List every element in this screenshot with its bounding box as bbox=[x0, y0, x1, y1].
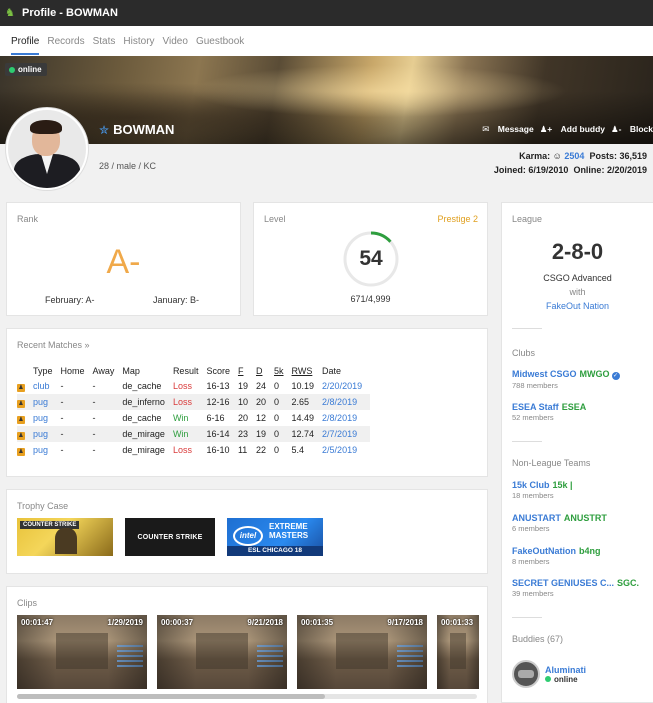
scrollbar-thumb[interactable] bbox=[17, 694, 325, 699]
league-team-link[interactable]: FakeOut Nation bbox=[502, 301, 653, 311]
posts-value: 36,519 bbox=[619, 151, 647, 161]
match-type-icon: ♟ bbox=[17, 383, 25, 392]
online-dot-icon bbox=[9, 66, 15, 73]
team-item[interactable]: 15k Club 15k | 18 members bbox=[512, 480, 573, 500]
sidebar-card: League 2-8-0 CSGO Advanced with FakeOut … bbox=[501, 202, 653, 703]
online-status-badge: online bbox=[5, 63, 47, 76]
premium-star-icon: ✮ bbox=[99, 122, 110, 137]
trophy-counter-strike-source[interactable]: COUNTER STRIKE bbox=[125, 518, 215, 556]
esea-logo-icon: ♞ bbox=[5, 7, 15, 19]
clips-card: Clips 00:01:47 1/29/2019 00:00:37 9/21/201… bbox=[6, 586, 488, 703]
recent-matches-link[interactable]: Recent Matches » bbox=[17, 340, 90, 350]
rank-prev-2: January: B- bbox=[153, 295, 200, 305]
team-item[interactable]: FakeOutNation b4ng 8 members bbox=[512, 546, 601, 566]
karma-icon: ☺ bbox=[552, 151, 562, 161]
avatar[interactable] bbox=[6, 108, 88, 190]
joined-value: 6/19/2010 bbox=[528, 165, 569, 175]
team-item[interactable]: SECRET GENIUSES C... SGC. 39 members bbox=[512, 578, 639, 598]
rank-prev-1: February: A- bbox=[45, 295, 95, 305]
rank-value: A- bbox=[106, 243, 141, 281]
buddy-avatar bbox=[512, 660, 540, 688]
buddy-item[interactable]: Aluminati online bbox=[512, 660, 586, 688]
matches-table: Type Home Away Map Result Score F D 5k R… bbox=[17, 363, 371, 458]
league-record: 2-8-0 bbox=[551, 239, 604, 264]
trophy-case-card: Trophy Case COUNTER STRIKE COUNTER STRIK… bbox=[6, 489, 488, 574]
table-row[interactable]: ♟ pug - - de_cache Win 6-16 20 12 0 14.4… bbox=[17, 410, 370, 426]
tab-guestbook[interactable]: Guestbook bbox=[196, 36, 244, 47]
profile-stats: Karma: ☺ 2504 Posts: 36,519 Joined: 6/19… bbox=[493, 151, 647, 175]
tab-records[interactable]: Records bbox=[47, 36, 84, 47]
window-title: Profile - BOWMAN bbox=[22, 7, 118, 19]
match-type-icon: ♟ bbox=[17, 431, 25, 440]
rank-card: Rank A- February: A- January: B- bbox=[6, 202, 241, 316]
table-row[interactable]: ♟ pug - - de_inferno Loss 12-16 10 20 0 … bbox=[17, 394, 371, 410]
club-item[interactable]: Midwest CSGO MWGO ✓ 788 members bbox=[512, 369, 620, 390]
level-xp: 671/4,999 bbox=[350, 294, 391, 304]
team-item[interactable]: ANUSTART ANUSTRT 6 members bbox=[512, 513, 607, 533]
clip-thumbnail[interactable]: 00:01:47 1/29/2019 bbox=[17, 615, 147, 689]
table-row[interactable]: ♟ pug - - de_mirage Loss 16-10 11 22 0 5… bbox=[17, 442, 370, 458]
recent-matches-card: Recent Matches » Type Home Away Map Resu… bbox=[6, 328, 488, 477]
clips-scrollbar[interactable] bbox=[17, 694, 477, 699]
karma-value[interactable]: 2504 bbox=[564, 151, 584, 161]
level-value: 54 bbox=[359, 247, 383, 270]
level-card: Level Prestige 2 54 671/4,999 bbox=[253, 202, 488, 316]
tab-video[interactable]: Video bbox=[163, 36, 188, 47]
trophy-iem-chicago[interactable]: intel EXTREME MASTERS ESL CHICAGO 18 bbox=[227, 518, 323, 556]
table-row[interactable]: ♟ pug - - de_mirage Win 16-14 23 19 0 12… bbox=[17, 426, 371, 442]
tab-history[interactable]: History bbox=[123, 36, 154, 47]
online-dot-icon bbox=[545, 676, 551, 682]
clip-thumbnail[interactable]: 00:01:35 9/17/2018 bbox=[297, 615, 427, 689]
club-item[interactable]: ESEA Staff ESEA 52 members bbox=[512, 402, 586, 422]
clubs-heading: Clubs bbox=[512, 348, 536, 358]
block-button[interactable]: ♟- Block bbox=[611, 124, 653, 135]
add-buddy-button[interactable]: ♟+ Add buddy bbox=[540, 124, 605, 135]
verified-icon: ✓ bbox=[611, 372, 620, 380]
buddies-heading: Buddies (67) bbox=[512, 634, 564, 644]
profile-actions: ✉ Message ♟+ Add buddy ♟- Block bbox=[476, 124, 653, 135]
trophy-counter-strike-classic[interactable]: COUNTER STRIKE bbox=[17, 518, 113, 556]
clip-thumbnail[interactable]: 00:01:33 bbox=[437, 615, 479, 689]
league-name[interactable]: CSGO Advanced bbox=[502, 273, 653, 283]
teams-heading: Non-League Teams bbox=[512, 458, 591, 468]
profile-info: 28 / male / KC bbox=[99, 161, 157, 171]
match-type-icon: ♟ bbox=[17, 447, 25, 456]
prestige-label: Prestige 2 bbox=[437, 214, 478, 224]
match-type-icon: ♟ bbox=[17, 399, 25, 408]
tab-profile[interactable]: Profile bbox=[11, 36, 40, 55]
table-row[interactable]: ♟ club - - de_cache Loss 16-13 19 24 0 1… bbox=[17, 378, 370, 394]
profile-tabs: Profile Records Stats History Video Gues… bbox=[0, 26, 653, 56]
profile-name: ✮ BOWMAN bbox=[99, 122, 175, 137]
window-titlebar: ♞ Profile - BOWMAN bbox=[0, 0, 653, 26]
online-value: 2/20/2019 bbox=[606, 165, 647, 175]
tab-stats[interactable]: Stats bbox=[93, 36, 116, 47]
match-type-icon: ♟ bbox=[17, 415, 25, 424]
clip-thumbnail[interactable]: 00:00:37 9/21/2018 bbox=[157, 615, 287, 689]
message-button[interactable]: ✉ Message bbox=[482, 124, 533, 135]
